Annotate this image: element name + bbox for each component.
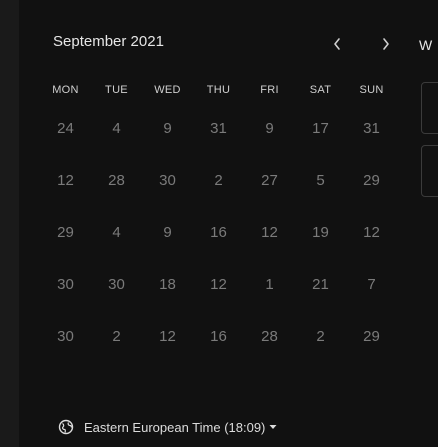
calendar-day[interactable]: 16	[193, 318, 244, 354]
calendar-day[interactable]: 18	[142, 266, 193, 302]
month-title: September 2021	[53, 33, 164, 50]
calendar-day[interactable]: 24	[40, 110, 91, 146]
calendar-day[interactable]: 28	[91, 162, 142, 198]
calendar-day[interactable]: 27	[244, 162, 295, 198]
calendar-day[interactable]: 29	[346, 318, 397, 354]
calendar-day[interactable]: 5	[295, 162, 346, 198]
calendar-day[interactable]: 2	[91, 318, 142, 354]
weekday-label: TUE	[105, 84, 128, 96]
calendar-day[interactable]: 21	[295, 266, 346, 302]
calendar-day[interactable]: 4	[91, 214, 142, 250]
calendar-day[interactable]: 9	[142, 110, 193, 146]
scheduler-window: September 2021 W MON TUE WED THU FRI SAT…	[0, 0, 438, 447]
calendar-day[interactable]: 12	[193, 266, 244, 302]
calendar-day[interactable]: 4	[91, 110, 142, 146]
calendar-day[interactable]: 28	[244, 318, 295, 354]
calendar-day[interactable]: 2	[295, 318, 346, 354]
calendar-day[interactable]: 30	[142, 162, 193, 198]
calendar-day[interactable]: 30	[40, 318, 91, 354]
calendar-day[interactable]: 31	[346, 110, 397, 146]
chevron-right-icon	[383, 38, 389, 50]
calendar-day[interactable]: 12	[40, 162, 91, 198]
calendar-day[interactable]: 29	[346, 162, 397, 198]
calendar-day[interactable]: 1	[244, 266, 295, 302]
calendar-day[interactable]: 12	[244, 214, 295, 250]
calendar-day[interactable]: 7	[346, 266, 397, 302]
calendar-day[interactable]: 19	[295, 214, 346, 250]
weekday-header: MON TUE WED THU FRI SAT SUN	[40, 84, 402, 98]
chevron-left-icon	[334, 38, 340, 50]
calendar-day[interactable]: 30	[40, 266, 91, 302]
time-slot-button[interactable]	[421, 145, 438, 197]
weekday-label: SAT	[309, 84, 332, 96]
weekday-label: THU	[206, 84, 231, 96]
calendar-day[interactable]: 29	[40, 214, 91, 250]
previous-month-button[interactable]	[326, 33, 348, 55]
weekday-label: FRI	[260, 84, 279, 96]
caret-down-icon	[269, 425, 277, 429]
globe-icon	[58, 419, 74, 435]
left-edge	[0, 0, 19, 447]
timezone-selector[interactable]: Eastern European Time (18:09)	[58, 418, 277, 436]
calendar-day[interactable]: 12	[346, 214, 397, 250]
calendar-day[interactable]: 9	[142, 214, 193, 250]
calendar-day[interactable]: 17	[295, 110, 346, 146]
calendar-day[interactable]: 16	[193, 214, 244, 250]
calendar-grid: 24 4 9 31 9 17 31 12 28 30 2 27 5 29 29 …	[40, 110, 402, 370]
next-month-button[interactable]	[375, 33, 397, 55]
weekday-label: WED	[154, 84, 181, 96]
timezone-label: Eastern European Time (18:09)	[84, 419, 266, 435]
side-panel-title: W	[419, 37, 433, 53]
time-slot-button[interactable]	[421, 82, 438, 134]
weekday-label: MON	[52, 84, 79, 96]
calendar-day[interactable]: 2	[193, 162, 244, 198]
calendar-day[interactable]: 9	[244, 110, 295, 146]
weekday-label: SUN	[359, 84, 384, 96]
calendar-day[interactable]: 31	[193, 110, 244, 146]
calendar-day[interactable]: 30	[91, 266, 142, 302]
calendar-day[interactable]: 12	[142, 318, 193, 354]
